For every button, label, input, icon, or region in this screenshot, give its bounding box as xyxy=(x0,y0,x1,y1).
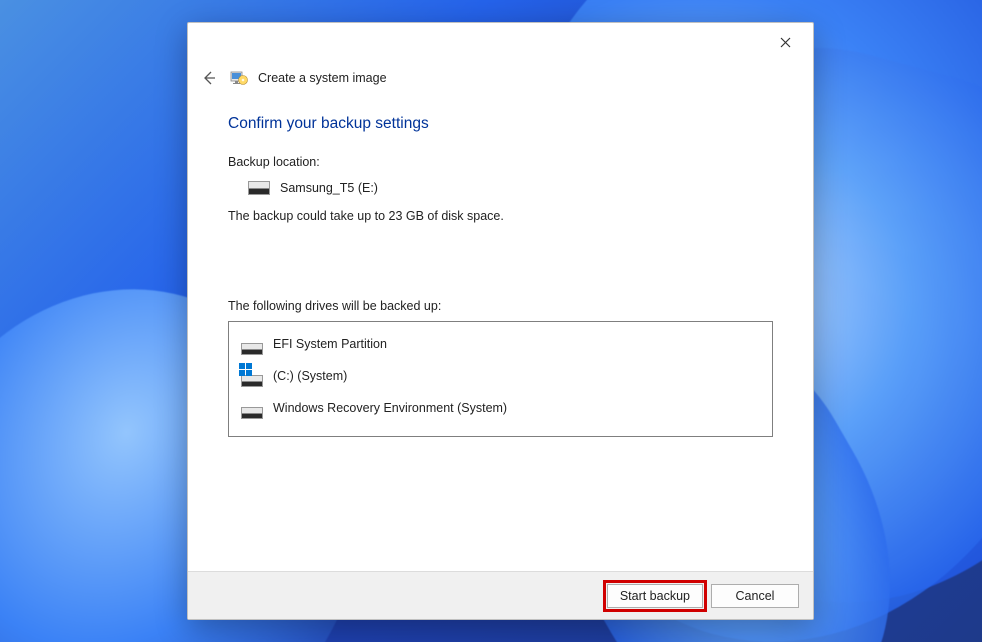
drive-label: EFI System Partition xyxy=(273,337,387,351)
list-item: (C:) (System) xyxy=(239,360,762,392)
drive-label: (C:) (System) xyxy=(273,369,347,383)
close-button[interactable] xyxy=(765,27,805,57)
space-estimate: The backup could take up to 23 GB of dis… xyxy=(228,209,773,223)
drive-label: Windows Recovery Environment (System) xyxy=(273,401,507,415)
wizard-title: Create a system image xyxy=(258,71,387,85)
drive-icon-wrapper xyxy=(241,397,263,419)
drives-list: EFI System Partition (C:) (System) Windo… xyxy=(228,321,773,437)
list-item: EFI System Partition xyxy=(239,328,762,360)
drive-icon-wrapper xyxy=(241,333,263,355)
page-title: Confirm your backup settings xyxy=(228,115,773,133)
hard-drive-icon xyxy=(241,375,263,387)
back-button[interactable] xyxy=(198,67,220,89)
list-item: Windows Recovery Environment (System) xyxy=(239,392,762,424)
close-icon xyxy=(780,37,791,48)
wizard-header: Create a system image xyxy=(188,61,813,93)
backup-location-row: Samsung_T5 (E:) xyxy=(228,181,773,195)
drive-icon-wrapper xyxy=(241,365,263,387)
backup-location-value: Samsung_T5 (E:) xyxy=(280,181,378,195)
create-system-image-dialog: Create a system image Confirm your backu… xyxy=(187,22,814,620)
hard-drive-icon xyxy=(241,343,263,355)
hard-drive-icon xyxy=(241,407,263,419)
dialog-footer: Start backup Cancel xyxy=(188,571,813,619)
hard-drive-icon xyxy=(248,181,270,195)
titlebar xyxy=(188,23,813,61)
drives-label: The following drives will be backed up: xyxy=(228,299,773,313)
start-backup-button[interactable]: Start backup xyxy=(607,584,703,608)
dialog-content: Confirm your backup settings Backup loca… xyxy=(188,93,813,571)
windows-logo-icon xyxy=(239,363,252,376)
back-arrow-icon xyxy=(201,70,217,86)
cancel-button[interactable]: Cancel xyxy=(711,584,799,608)
system-image-icon xyxy=(230,69,248,87)
backup-location-label: Backup location: xyxy=(228,155,773,169)
